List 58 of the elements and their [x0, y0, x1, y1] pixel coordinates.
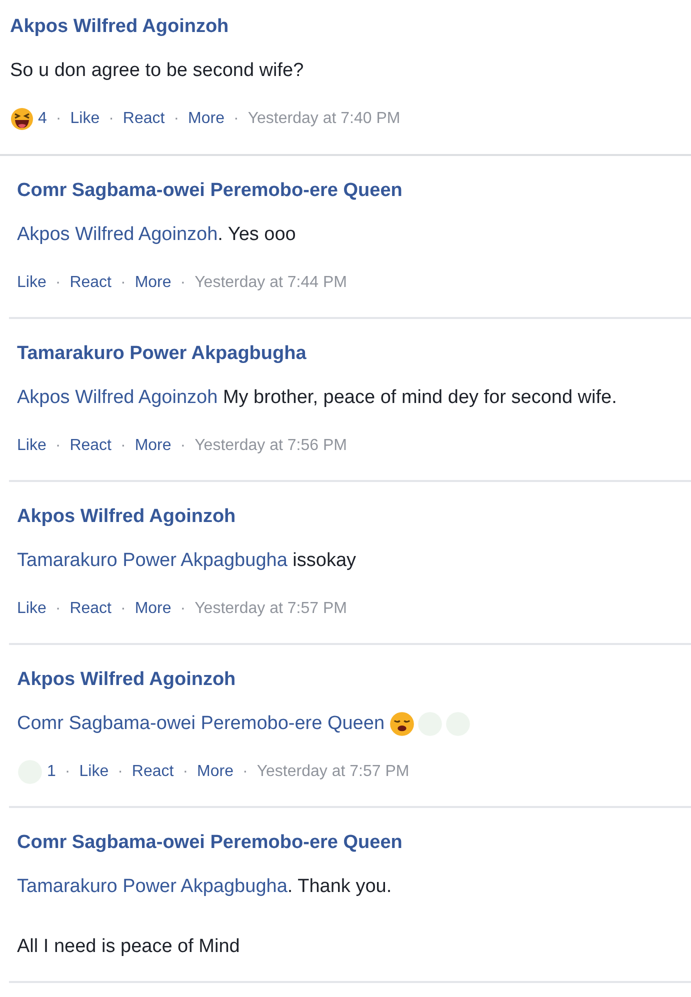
action-link[interactable]: React	[122, 107, 165, 131]
separator-dot: ·	[55, 273, 61, 293]
timestamp: Yesterday at 7:40 PM	[248, 109, 400, 129]
separator-dot: ·	[180, 273, 186, 293]
comment-text: All I need is peace of Mind	[17, 935, 241, 959]
author-name[interactable]: Comr Sagbama-owei Peremobo-ere Queen	[17, 178, 681, 204]
laughing-face-icon	[10, 107, 34, 131]
timestamp: Yesterday at 7:57 PM	[256, 762, 410, 782]
separator-dot: ·	[120, 273, 126, 293]
author-name[interactable]: Akpos Wilfred Agoinzoh	[10, 14, 681, 40]
timestamp: Yesterday at 7:57 PM	[194, 599, 347, 619]
action-link[interactable]: Like	[17, 434, 46, 458]
action-link[interactable]: Like	[70, 107, 100, 131]
comment-text: Akpos Wilfred Agoinzoh. Yes ooo	[17, 223, 296, 247]
comment-text: Tamarakuro Power Akpagbugha issokay	[17, 549, 356, 573]
action-link[interactable]: React	[132, 760, 174, 784]
action-link[interactable]: More	[134, 434, 172, 458]
mention-link[interactable]: Akpos Wilfred Agoinzoh	[17, 224, 218, 245]
separator-dot: ·	[174, 109, 180, 129]
action-link[interactable]: More	[134, 597, 172, 621]
separator-dot: ·	[108, 109, 114, 129]
mention-link[interactable]: Tamarakuro Power Akpagbugha	[17, 876, 288, 897]
action-link[interactable]: More	[188, 107, 224, 131]
comment-text: So u don agree to be second wife?	[10, 59, 304, 83]
separator-dot: ·	[55, 436, 61, 456]
separator-dot: ·	[180, 436, 186, 456]
action-link[interactable]: React	[70, 271, 112, 295]
action-link[interactable]: Like	[17, 597, 46, 621]
author-name[interactable]: Comr Sagbama-owei Peremobo-ere Queen	[17, 830, 681, 856]
action-link[interactable]: Like	[79, 760, 109, 784]
author-name[interactable]: Akpos Wilfred Agoinzoh	[17, 667, 681, 693]
action-link[interactable]: Like	[17, 271, 46, 295]
separator-dot: ·	[242, 762, 248, 782]
mention-link[interactable]: Akpos Wilfred Agoinzoh	[17, 387, 218, 408]
separator-dot: ·	[120, 599, 126, 619]
comment-text: Tamarakuro Power Akpagbugha. Thank you.	[17, 875, 392, 899]
separator-dot: ·	[120, 436, 126, 456]
author-name[interactable]: Akpos Wilfred Agoinzoh	[17, 504, 681, 530]
comment-text: Akpos Wilfred Agoinzoh My brother, peace of mind dey for second wife.	[17, 386, 617, 410]
action-link[interactable]: React	[70, 597, 112, 621]
action-link[interactable]: More	[197, 760, 234, 784]
separator-dot: ·	[55, 599, 61, 619]
separator-dot: ·	[180, 599, 186, 619]
reaction-count: 1	[47, 762, 56, 782]
timestamp: Yesterday at 7:44 PM	[194, 273, 347, 293]
timestamp: Yesterday at 7:56 PM	[194, 436, 347, 456]
separator-dot: ·	[118, 762, 123, 782]
action-link[interactable]: React	[70, 434, 112, 458]
tired-face-icon	[388, 711, 415, 737]
separator-dot: ·	[182, 762, 188, 782]
separator-dot: ·	[234, 109, 239, 129]
separator-dot: ·	[64, 762, 70, 782]
action-link[interactable]: More	[134, 271, 172, 295]
mention-link[interactable]: Comr Sagbama-owei Peremobo-ere Queen	[17, 713, 385, 734]
separator-dot: ·	[56, 109, 62, 129]
mention-link[interactable]: Tamarakuro Power Akpagbugha	[17, 550, 288, 571]
author-name[interactable]: Tamarakuro Power Akpagbugha	[17, 341, 681, 367]
reaction-count: 4	[38, 109, 47, 129]
